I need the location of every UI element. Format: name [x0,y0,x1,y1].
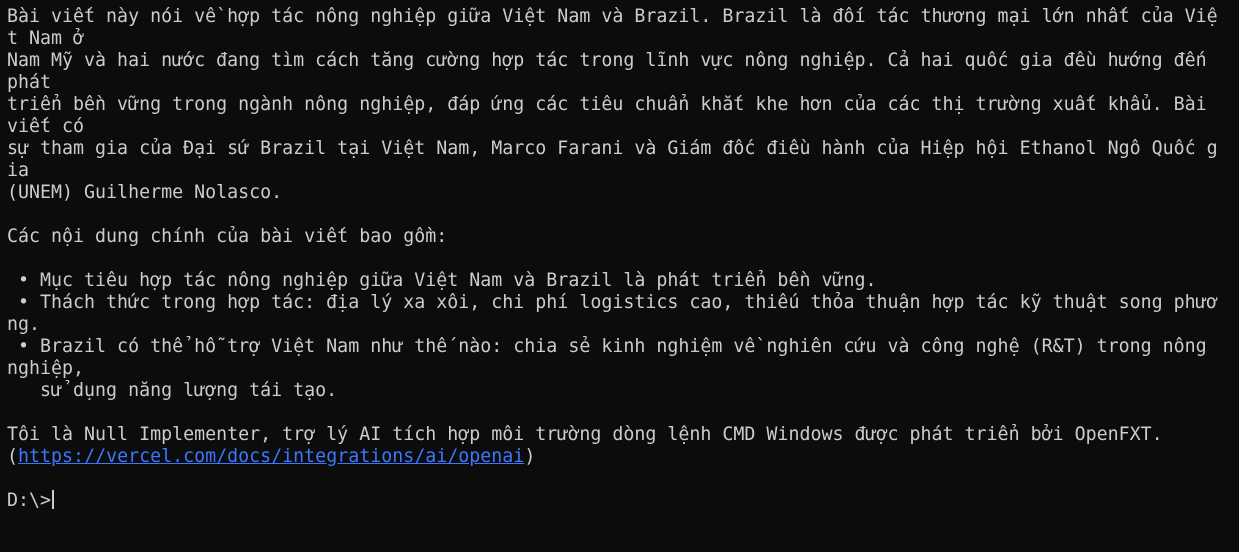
link-open-paren: ( [7,446,19,467]
prompt-line[interactable]: D:\> [7,490,1239,512]
about-text: Tôi là Null Implementer, trợ lý AI tích … [7,424,1163,445]
terminal-window[interactable]: Bài viết này nói về hợp tác nông nghiệp … [0,0,1239,552]
output-line: t Nam ở [7,28,85,49]
bullet-item: • Mục tiêu hợp tác nông nghiệp giữa Việt… [7,270,877,291]
bullet-item: • Brazil có thể hỗ trợ Việt Nam như thế … [7,336,1207,357]
output-line: Nam Mỹ và hai nước đang tìm cách tăng cư… [7,50,1207,71]
link-close-paren: ) [524,446,536,467]
output-line: viết có [7,116,85,137]
output-line: Bài viết này nói về hợp tác nông nghiệp … [7,6,1218,27]
output-line: sự tham gia của Đại sứ Brazil tại Việt N… [7,138,1218,159]
output-line: phát [7,72,52,93]
docs-link[interactable]: https://vercel.com/docs/integrations/ai/… [18,446,524,467]
section-heading: Các nội dung chính của bài viết bao gồm: [7,226,448,247]
output-line: triển bền vững trong ngành nông nghiệp, … [7,94,1207,115]
output-line: ia [7,160,30,181]
text-cursor [52,490,55,509]
bullet-item-wrap: nghiệp, [7,358,85,379]
link-line: (https://vercel.com/docs/integrations/ai… [7,446,1239,468]
bullet-item-continuation: sử dụng năng lượng tái tạo. [7,380,338,401]
command-prompt: D:\> [7,490,52,511]
output-line: (UNEM) Guilherme Nolasco. [7,182,283,203]
bullet-item-wrap: ng. [7,314,41,335]
bullet-item: • Thách thức trong hợp tác: địa lý xa xô… [7,292,1218,313]
